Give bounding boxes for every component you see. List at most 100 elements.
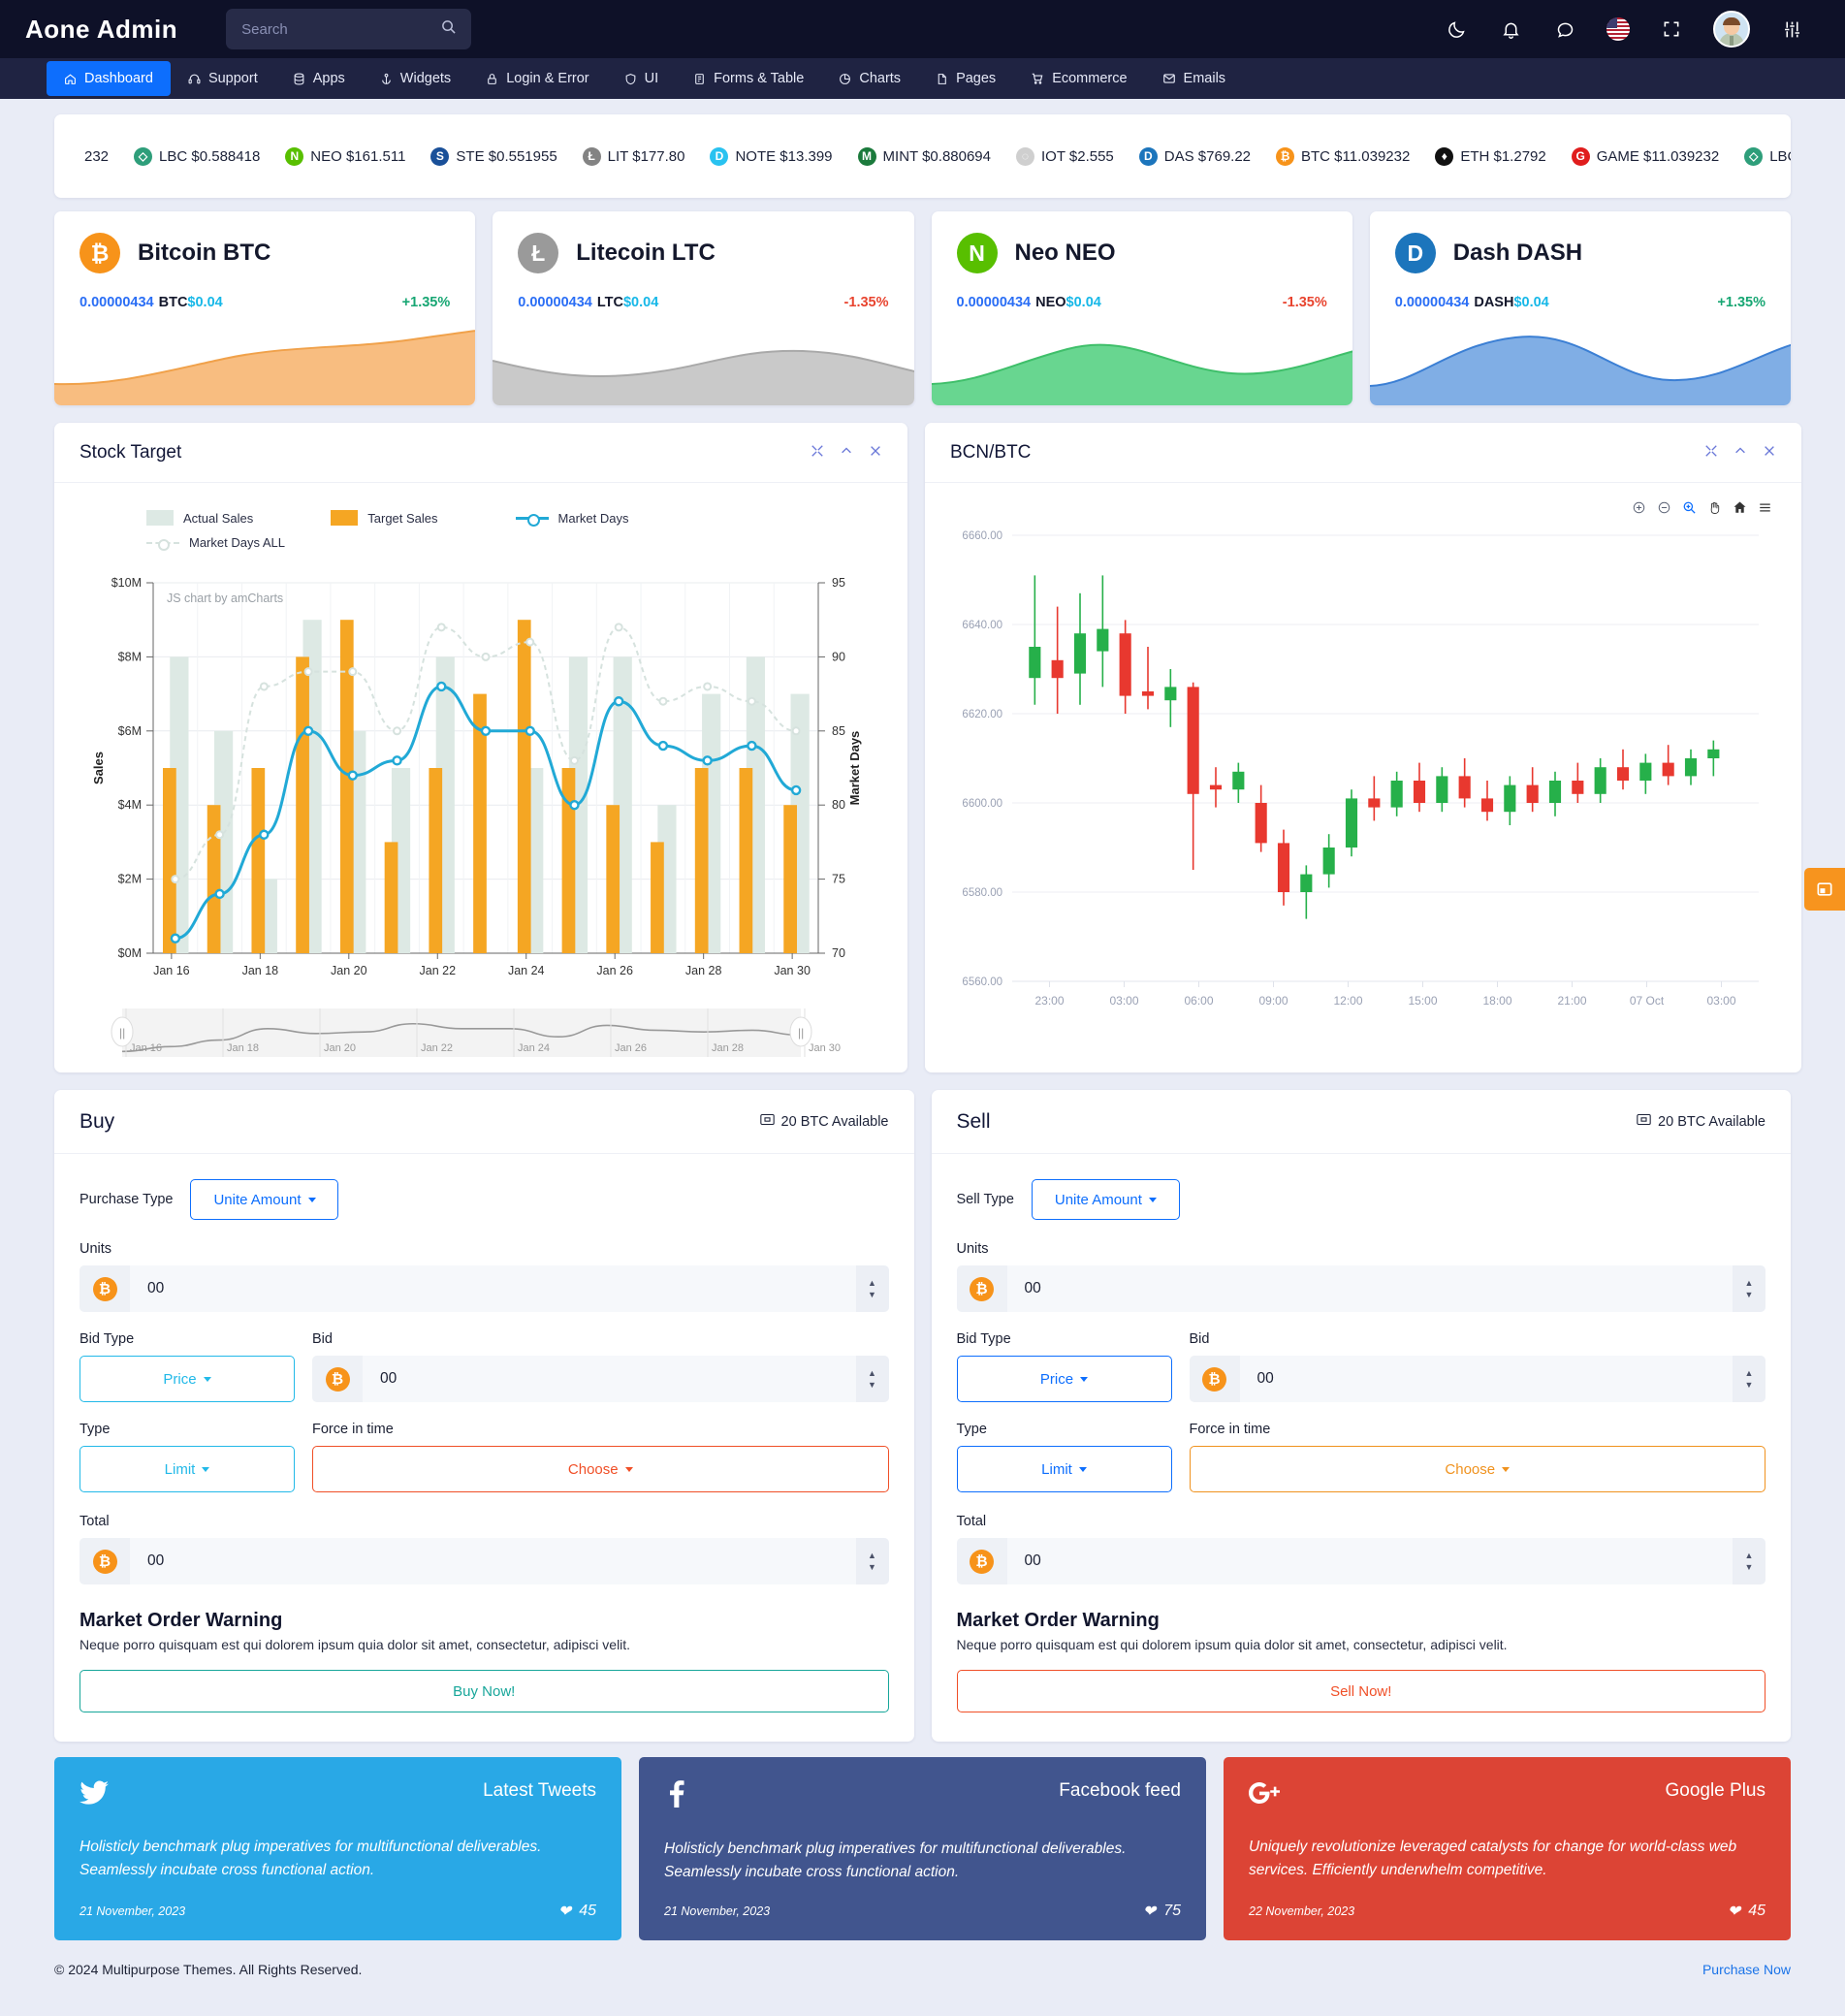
legend-target-sales[interactable]: Target Sales bbox=[331, 510, 438, 526]
sell-bid-input-group[interactable]: ₿ 00 ▲ ▼ bbox=[1189, 1356, 1765, 1402]
ticker-item[interactable]: M MINT $0.880694 bbox=[845, 146, 1003, 166]
buy-total-stepper[interactable]: ▲ ▼ bbox=[855, 1538, 889, 1584]
ticker-item[interactable]: G GAME $11.039232 bbox=[1559, 146, 1732, 166]
sell-units-input-group[interactable]: ₿ 00 ▲ ▼ bbox=[956, 1265, 1765, 1312]
buy-total-input-group[interactable]: ₿ 00 ▲ ▼ bbox=[80, 1538, 889, 1584]
coin-card[interactable]: N Neo NEO 0.00000434 NEO $0.04 -1.35% bbox=[931, 211, 1352, 405]
social-card-likes[interactable]: ❤ 75 bbox=[1143, 1902, 1181, 1921]
legend-market-days-all[interactable]: Market Days ALL bbox=[146, 535, 675, 551]
nav-item-ui[interactable]: UI bbox=[607, 58, 677, 99]
legend-actual-sales[interactable]: Actual Sales bbox=[146, 510, 253, 526]
home-icon[interactable] bbox=[1733, 500, 1747, 520]
nav-item-charts[interactable]: Charts bbox=[821, 58, 918, 99]
zoom-in-icon[interactable] bbox=[1632, 500, 1646, 520]
nav-item-support[interactable]: Support bbox=[171, 58, 275, 99]
nav-item-pages[interactable]: Pages bbox=[918, 58, 1013, 99]
buy-now-button[interactable]: Buy Now! bbox=[80, 1670, 889, 1712]
purchase-now-link[interactable]: Purchase Now bbox=[1702, 1962, 1791, 1977]
ticker-item[interactable]: S STE $0.551955 bbox=[418, 146, 569, 166]
zoom-out-icon[interactable] bbox=[1657, 500, 1671, 520]
sell-units-group: Units ₿ 00 ▲ ▼ bbox=[956, 1241, 1765, 1312]
coin-card[interactable]: D Dash DASH 0.00000434 DASH $0.04 +1.35% bbox=[1369, 211, 1791, 405]
sell-units-value[interactable]: 00 bbox=[1006, 1265, 1733, 1312]
close-icon[interactable] bbox=[869, 444, 882, 461]
nav-item-ecommerce[interactable]: Ecommerce bbox=[1013, 58, 1144, 99]
nav-item-login-error[interactable]: Login & Error bbox=[468, 58, 606, 99]
ticker-item[interactable]: ◇ LBC $0.58841 bbox=[1732, 146, 1791, 166]
stock-target-chart[interactable]: $0M $2M $4M $6M $8M $10M 70 75 80 85 90 95 Jan 16 Jan… bbox=[83, 565, 878, 1002]
sell-units-stepper[interactable]: ▲ ▼ bbox=[1733, 1265, 1765, 1312]
social-card-footer: 21 November, 2023 ❤ 45 bbox=[80, 1884, 596, 1921]
sell-type-select[interactable]: Unite Amount bbox=[1031, 1179, 1180, 1220]
ticker-item[interactable]: 232 bbox=[72, 148, 121, 165]
sell-total-value[interactable]: 00 bbox=[1006, 1538, 1733, 1584]
ticker-item[interactable]: N NEO $161.511 bbox=[272, 146, 418, 166]
ticker-item[interactable]: ◇ LBC $0.588418 bbox=[121, 146, 272, 166]
sell-order-type-select[interactable]: Limit bbox=[956, 1446, 1172, 1492]
expand-icon[interactable] bbox=[811, 444, 824, 461]
crypto-ticker: 232 ◇ LBC $0.588418 N NEO $161.511 S STE $0.55… bbox=[54, 114, 1791, 198]
sell-total-stepper[interactable]: ▲ ▼ bbox=[1733, 1538, 1765, 1584]
sell-bid-type-select[interactable]: Price bbox=[956, 1356, 1172, 1402]
fullscreen-icon[interactable] bbox=[1659, 16, 1684, 42]
buy-purchase-type-select[interactable]: Unite Amount bbox=[190, 1179, 339, 1220]
ticker-item[interactable]: D DAS $769.22 bbox=[1127, 146, 1263, 166]
close-icon[interactable] bbox=[1763, 444, 1776, 461]
social-card-likes[interactable]: ❤ 45 bbox=[1728, 1902, 1765, 1921]
bcn-btc-candlestick-chart[interactable]: 6560.00 6580.00 6600.00 6620.00 6640.00 6660.… bbox=[935, 526, 1778, 1049]
expand-icon[interactable] bbox=[1704, 444, 1718, 461]
heart-icon: ❤ bbox=[557, 1904, 572, 1921]
nav-item-forms-table[interactable]: Forms & Table bbox=[676, 58, 821, 99]
ticker-item[interactable]: ₿ BTC $11.039232 bbox=[1263, 146, 1422, 166]
sell-force-select[interactable]: Choose bbox=[1189, 1446, 1765, 1492]
ticker-item[interactable]: Ł LIT $177.80 bbox=[570, 146, 698, 166]
side-settings-tab[interactable] bbox=[1804, 868, 1845, 911]
coin-card[interactable]: Ł Litecoin LTC 0.00000434 LTC $0.04 -1.35% bbox=[493, 211, 914, 405]
coin-card[interactable]: ₿ Bitcoin BTC 0.00000434 BTC $0.04 +1.35% bbox=[54, 211, 476, 405]
search-icon[interactable] bbox=[441, 19, 456, 39]
sell-total-input-group[interactable]: ₿ 00 ▲ ▼ bbox=[956, 1538, 1765, 1584]
buy-units-input-group[interactable]: ₿ 00 ▲ ▼ bbox=[80, 1265, 889, 1312]
buy-total-value[interactable]: 00 bbox=[130, 1538, 856, 1584]
social-card[interactable]: Latest Tweets Holisticly benchmark plug i… bbox=[54, 1757, 621, 1941]
search-zoom-icon[interactable] bbox=[1682, 500, 1697, 520]
buy-units-value[interactable]: 00 bbox=[130, 1265, 856, 1312]
chat-icon[interactable] bbox=[1552, 16, 1577, 42]
search-box[interactable] bbox=[226, 9, 472, 49]
collapse-icon[interactable] bbox=[1734, 444, 1747, 461]
legend-market-days[interactable]: Market Days bbox=[515, 510, 629, 527]
buy-force-select[interactable]: Choose bbox=[312, 1446, 889, 1492]
ticker-item[interactable]: D NOTE $13.399 bbox=[697, 146, 844, 166]
sell-bid-stepper[interactable]: ▲ ▼ bbox=[1733, 1356, 1765, 1402]
sell-header: Sell 20 BTC Available bbox=[931, 1090, 1791, 1154]
buy-title: Buy bbox=[80, 1109, 115, 1133]
sell-now-button[interactable]: Sell Now! bbox=[956, 1670, 1765, 1712]
buy-bid-input-group[interactable]: ₿ 00 ▲ ▼ bbox=[312, 1356, 889, 1402]
buy-bid-stepper[interactable]: ▲ ▼ bbox=[855, 1356, 889, 1402]
flag-icon[interactable] bbox=[1606, 17, 1630, 41]
buy-bid-type-select[interactable]: Price bbox=[80, 1356, 295, 1402]
social-card-likes[interactable]: ❤ 45 bbox=[558, 1902, 596, 1921]
nav-item-apps[interactable]: Apps bbox=[275, 58, 363, 99]
avatar[interactable] bbox=[1713, 11, 1750, 48]
social-card[interactable]: Google Plus Uniquely revolutionize levera… bbox=[1224, 1757, 1791, 1941]
search-input[interactable] bbox=[241, 20, 442, 38]
collapse-icon[interactable] bbox=[840, 444, 853, 461]
nav-item-emails[interactable]: Emails bbox=[1145, 58, 1244, 99]
social-card[interactable]: Facebook feed Holisticly benchmark plug i… bbox=[639, 1757, 1206, 1941]
moon-icon[interactable] bbox=[1444, 16, 1469, 42]
nav-item-dashboard[interactable]: Dashboard bbox=[47, 61, 171, 96]
buy-units-stepper[interactable]: ▲ ▼ bbox=[855, 1265, 889, 1312]
nav-item-widgets[interactable]: Widgets bbox=[363, 58, 468, 99]
menu-icon[interactable] bbox=[1758, 500, 1772, 520]
chart-scrollbar[interactable]: Jan 16 Jan 18 Jan 20 Jan 22 Jan 24 Jan 26 Jan … bbox=[83, 1003, 878, 1072]
bell-icon[interactable] bbox=[1498, 16, 1523, 42]
sell-bid-value[interactable]: 00 bbox=[1239, 1356, 1733, 1402]
settings-sliders-icon[interactable] bbox=[1779, 16, 1804, 42]
social-card-text: Holisticly benchmark plug imperatives fo… bbox=[80, 1839, 542, 1879]
pan-hand-icon[interactable] bbox=[1707, 500, 1722, 520]
ticker-item[interactable]: ◌ IOT $2.555 bbox=[1003, 146, 1127, 166]
ticker-item[interactable]: ♦ ETH $1.2792 bbox=[1422, 146, 1558, 166]
buy-type-select[interactable]: Limit bbox=[80, 1446, 295, 1492]
buy-bid-value[interactable]: 00 bbox=[363, 1356, 856, 1402]
